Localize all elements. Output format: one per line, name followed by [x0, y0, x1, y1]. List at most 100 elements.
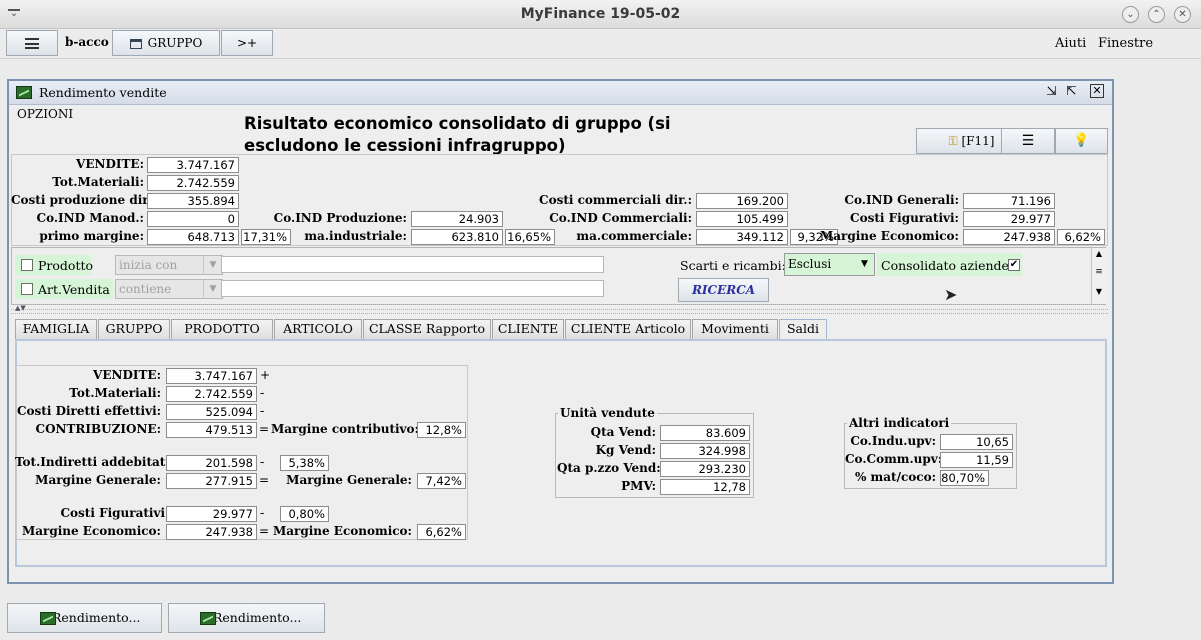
consolidato-checkbox[interactable]: ✔ — [1008, 259, 1020, 271]
chevron-down-icon[interactable]: ▼ — [203, 280, 222, 298]
frame-title: Rendimento vendite — [39, 85, 167, 100]
ma-commerciale-field[interactable]: 349.112 — [696, 229, 788, 245]
ma-industriale-field[interactable]: 623.810 — [411, 229, 503, 245]
taskbar-item-rendimento-2[interactable]: Rendimento... — [168, 603, 325, 633]
altri-indicatori-title: Altri indicatori — [847, 416, 952, 430]
qta-vend-label: Qta Vend: — [590, 425, 656, 439]
margine-economico-label: Margine Economico: — [819, 229, 959, 243]
cocomm-upv-field[interactable]: 11,59 — [940, 452, 1013, 468]
scroll-thumb[interactable]: ≡ — [1092, 260, 1106, 284]
coind-generali-label: Co.IND Generali: — [844, 193, 959, 207]
saldi-vendite-label: VENDITE: — [93, 368, 161, 382]
minimize-icon[interactable]: ⌄ — [1122, 6, 1139, 23]
saldi-vendite-field[interactable]: 3.747.167 — [166, 368, 257, 384]
pmv-label: PMV: — [621, 479, 656, 493]
costi-figurativi-field[interactable]: 29.977 — [963, 211, 1055, 227]
align-center-icon: ☰ — [1021, 133, 1035, 149]
vendite-field[interactable]: 3.747.167 — [147, 157, 239, 173]
tab-articolo[interactable]: ARTICOLO — [274, 319, 362, 339]
artvendita-checkbox[interactable] — [21, 283, 33, 295]
scroll-down-icon[interactable]: ▼ — [1092, 284, 1106, 300]
coind-generali-field[interactable]: 71.196 — [963, 193, 1055, 209]
tot-materiali-field[interactable]: 2.742.559 — [147, 175, 239, 191]
close-icon[interactable]: ✕ — [1174, 6, 1191, 23]
primo-margine-field[interactable]: 648.713 — [147, 229, 239, 245]
tab-gruppo[interactable]: GRUPPO — [98, 319, 170, 339]
chevron-down-icon[interactable]: ▼ — [203, 256, 222, 274]
group-button[interactable]: GRUPPO — [112, 30, 220, 56]
maximize-icon[interactable]: ⌃ — [1148, 6, 1165, 23]
taskbar-item-rendimento-1[interactable]: Rendimento... — [7, 603, 162, 633]
coind-manod-label: Co.IND Manod.: — [36, 211, 144, 225]
qta-pzzo-label: Qta p.zzo Vend: — [557, 461, 661, 475]
margine-generale-pct[interactable]: 7,42% — [417, 473, 466, 489]
vendite-label: VENDITE: — [76, 157, 144, 171]
list-icon — [25, 38, 39, 49]
coindu-upv-field[interactable]: 10,65 — [940, 434, 1013, 450]
filter-scrollbar[interactable]: ▲ ≡ ▼ — [1091, 248, 1106, 304]
margine-contributivo-field[interactable]: 12,8% — [417, 422, 466, 438]
tab-saldi[interactable]: Saldi — [779, 319, 827, 340]
mat-coco-field[interactable]: 80,70% — [940, 470, 989, 486]
tab-cliente[interactable]: CLIENTE — [492, 319, 564, 339]
kg-vend-field[interactable]: 324.998 — [660, 443, 750, 459]
coind-produzione-field[interactable]: 24.903 — [411, 211, 503, 227]
saldi-margine-economico-pct[interactable]: 6,62% — [417, 524, 466, 540]
user-label: b-acco — [65, 35, 109, 49]
margine-economico-field[interactable]: 247.938 — [963, 229, 1055, 245]
chevron-down-icon[interactable]: ▼ — [855, 254, 874, 275]
coind-commerciali-field[interactable]: 105.499 — [696, 211, 788, 227]
tab-classe-rapporto[interactable]: CLASSE Rapporto — [363, 319, 491, 339]
pmv-field[interactable]: 12,78 — [660, 479, 750, 495]
unita-vendute-title: Unità vendute — [558, 406, 657, 420]
ma-commerciale-label: ma.commerciale: — [576, 229, 692, 243]
costi-produzione-field[interactable]: 355.894 — [147, 193, 239, 209]
tot-indiretti-pct[interactable]: 5,38% — [280, 455, 329, 471]
margine-generale-label: Margine Generale: — [35, 473, 161, 487]
mat-coco-label: % mat/coco: — [854, 470, 936, 484]
menu-help[interactable]: Aiuti — [1055, 36, 1086, 51]
op-equals: = — [259, 473, 270, 487]
op-plus: + — [260, 368, 271, 382]
close-frame-icon[interactable]: ✕ — [1090, 84, 1104, 98]
list-button[interactable] — [6, 30, 58, 56]
saldi-tot-materiali-field[interactable]: 2.742.559 — [166, 386, 257, 402]
qta-pzzo-field[interactable]: 293.230 — [660, 461, 750, 477]
menu-opzioni[interactable]: OPZIONI — [17, 107, 73, 121]
saldi-margine-economico-field[interactable]: 247.938 — [166, 524, 257, 540]
prodotto-input[interactable] — [221, 256, 604, 273]
costi-figurativi-pct[interactable]: 0,80% — [280, 506, 329, 522]
tab-cliente-articolo[interactable]: CLIENTE Articolo — [565, 319, 691, 339]
costi-commerciali-field[interactable]: 169.200 — [696, 193, 788, 209]
align-button[interactable]: ☰ — [1001, 128, 1055, 154]
tab-prodotto[interactable]: PRODOTTO — [171, 319, 273, 339]
margine-economico-pct[interactable]: 6,62% — [1057, 229, 1105, 245]
artvendita-input[interactable] — [221, 280, 604, 297]
menu-windows[interactable]: Finestre — [1098, 36, 1153, 51]
prodotto-checkbox[interactable] — [21, 259, 33, 271]
next-button[interactable]: >+ — [221, 30, 273, 56]
coind-manod-field[interactable]: 0 — [147, 211, 239, 227]
chart-icon — [200, 612, 216, 625]
splitter[interactable] — [11, 309, 1108, 314]
tot-indiretti-field[interactable]: 201.598 — [166, 455, 257, 471]
chart-icon — [16, 86, 32, 99]
tab-famiglia[interactable]: FAMIGLIA — [15, 319, 97, 339]
tab-movimenti[interactable]: Movimenti — [692, 319, 778, 339]
artvendita-label: Art.Vendita — [38, 282, 110, 297]
iconify-icon[interactable]: ⇲ — [1046, 84, 1057, 99]
hint-button[interactable]: 💡 — [1055, 128, 1108, 154]
scarti-label: Scarti e ricambi: — [680, 258, 786, 273]
op-minus: - — [260, 386, 265, 400]
costi-diretti-field[interactable]: 525.094 — [166, 404, 257, 420]
qta-vend-field[interactable]: 83.609 — [660, 425, 750, 441]
op-minus: - — [260, 404, 265, 418]
maximize-frame-icon[interactable]: ⇱ — [1066, 84, 1077, 99]
saldi-costi-figurativi-field[interactable]: 29.977 — [166, 506, 257, 522]
contribuzione-field[interactable]: 479.513 — [166, 422, 257, 438]
bank-icon — [129, 38, 142, 49]
margine-generale-field[interactable]: 277.915 — [166, 473, 257, 489]
ricerca-button[interactable]: RICERCA — [678, 278, 769, 302]
scroll-up-icon[interactable]: ▲ — [1092, 248, 1106, 260]
splitter-arrows-icon[interactable]: ▲▼ — [15, 304, 26, 312]
